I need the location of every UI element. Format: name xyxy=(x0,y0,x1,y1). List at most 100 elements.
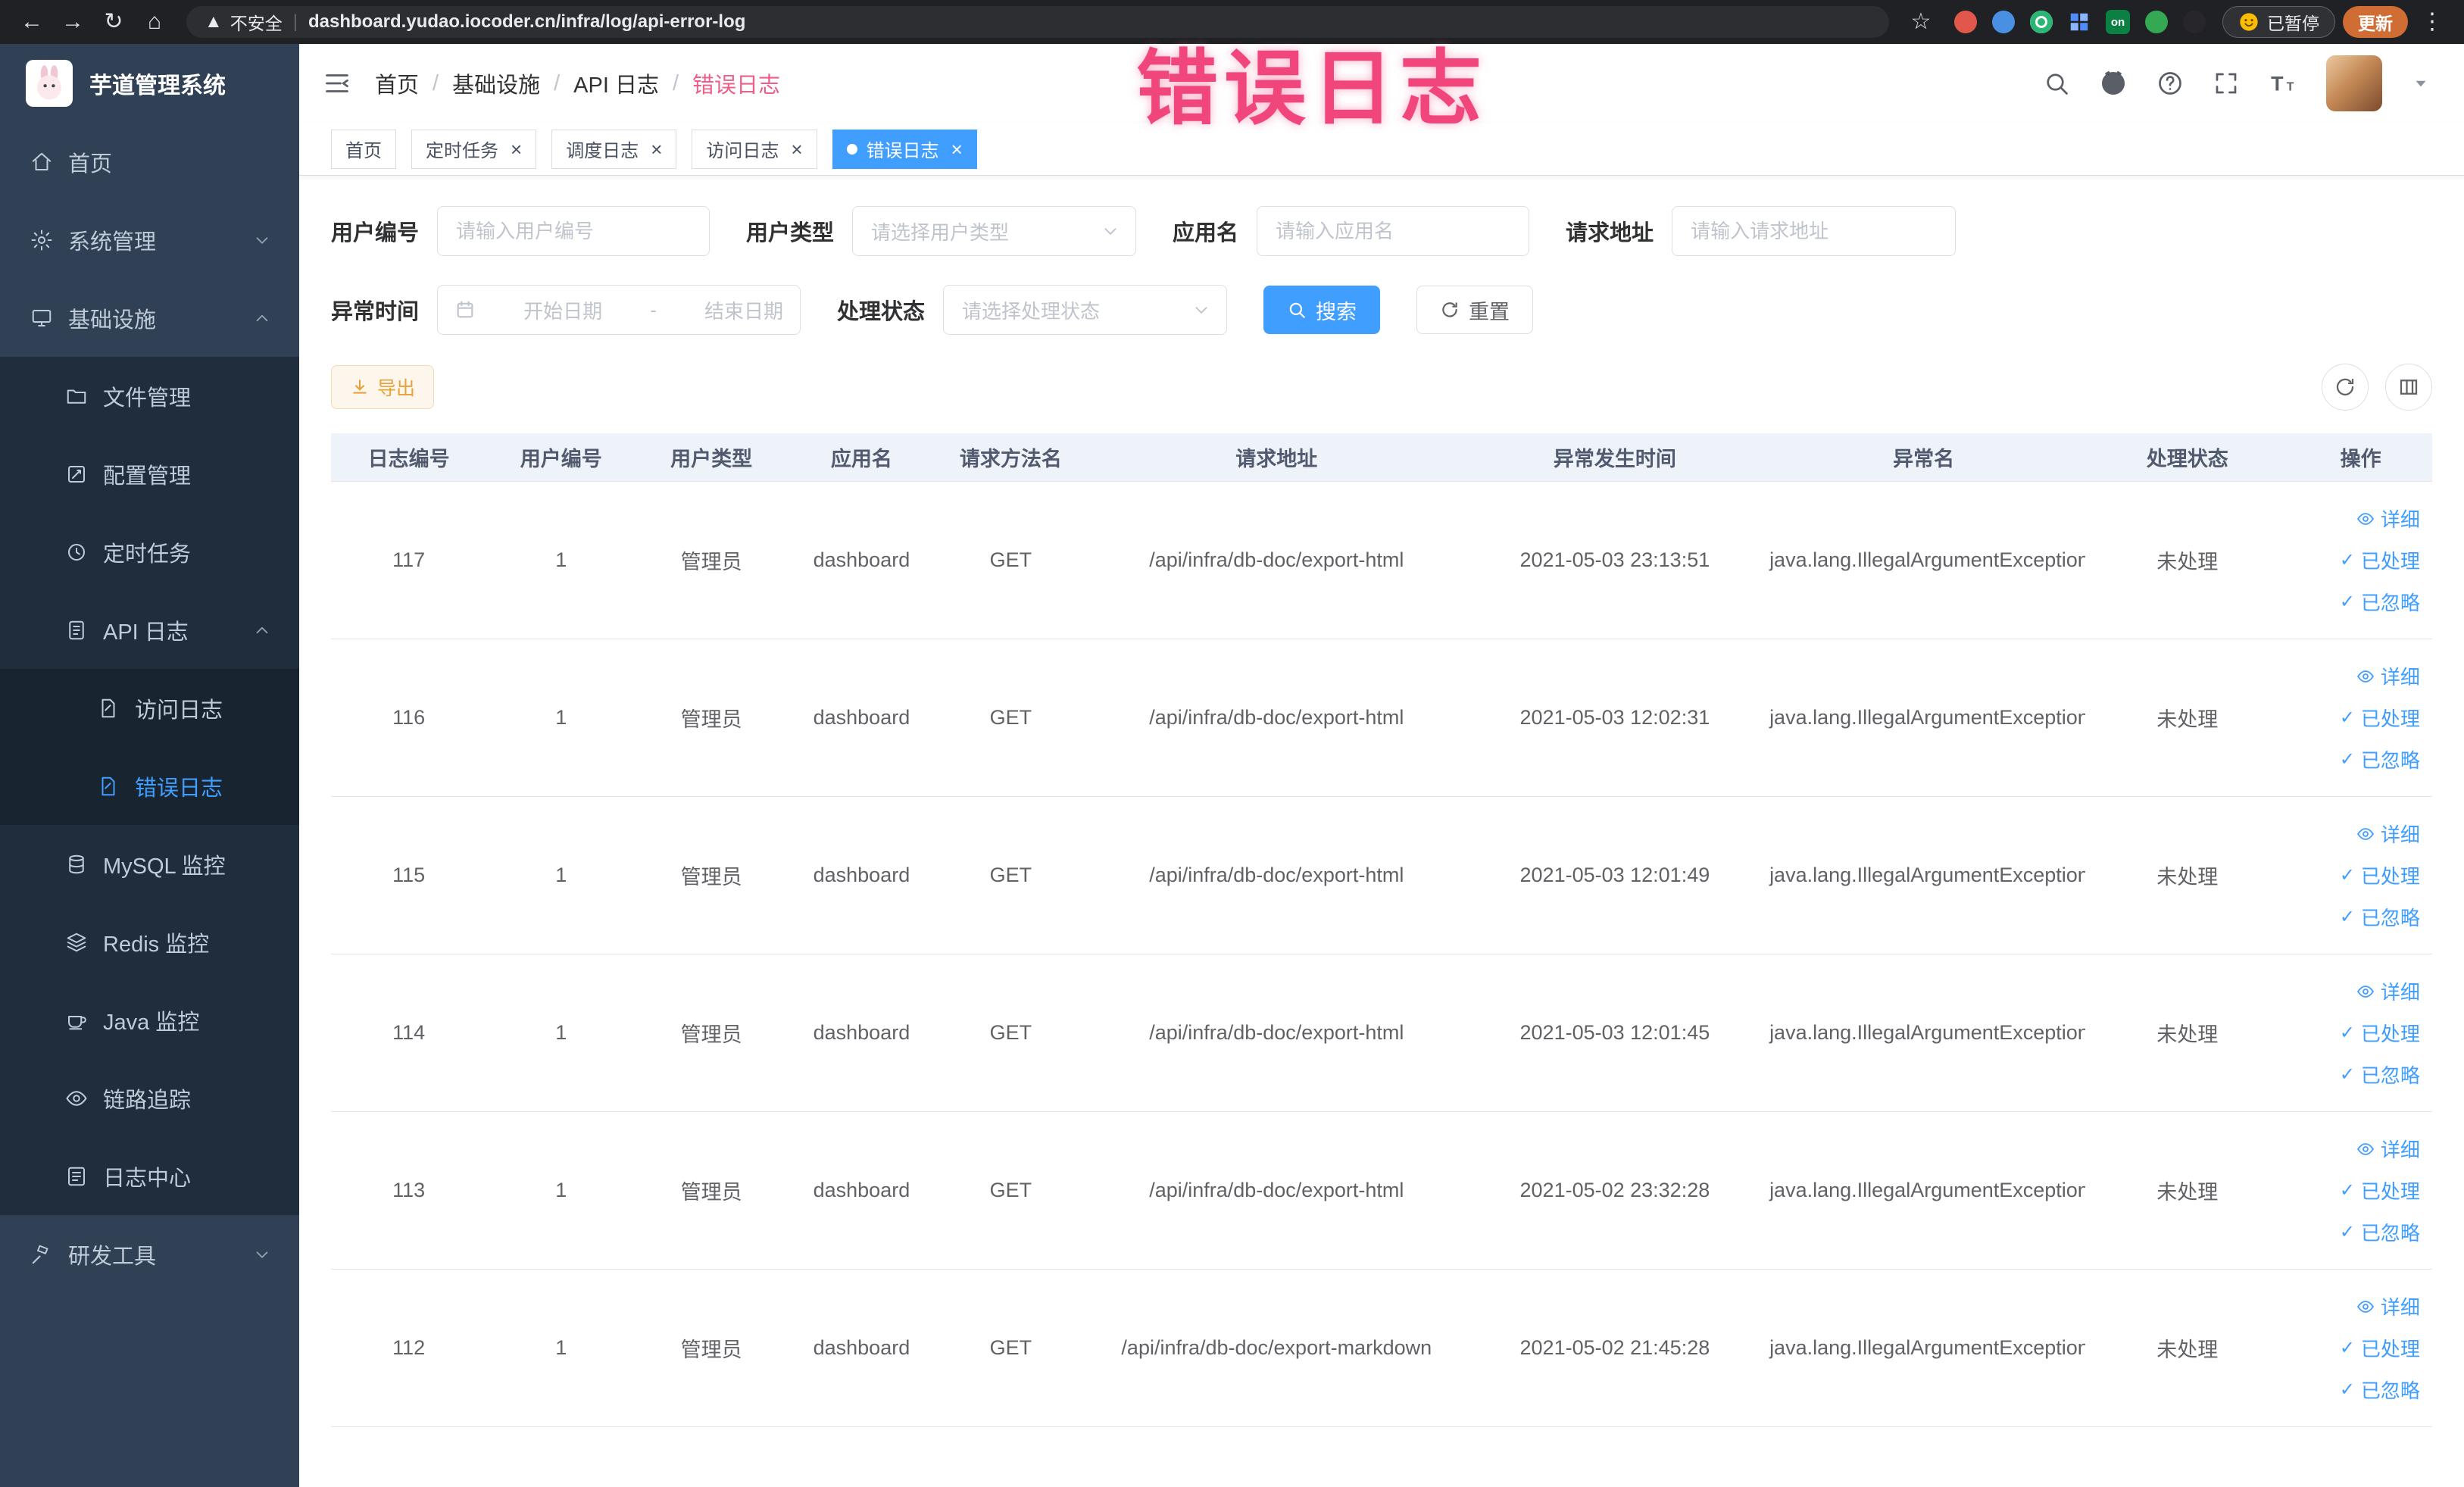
action-ignored[interactable]: ✓ 已忽略 xyxy=(2340,1218,2420,1246)
action-ignored[interactable]: ✓ 已忽略 xyxy=(2340,903,2420,931)
sidebar-item-error-log[interactable]: 错误日志 xyxy=(0,747,299,825)
sidebar-item-redis-monitor[interactable]: Redis 监控 xyxy=(0,903,299,981)
bookmark-star-icon[interactable]: ☆ xyxy=(1904,0,1938,44)
action-ignored[interactable]: ✓ 已忽略 xyxy=(2340,1376,2420,1404)
tab-定时任务[interactable]: 定时任务 × xyxy=(411,129,537,169)
exception-time-range-picker[interactable]: 开始日期 - 结束日期 xyxy=(437,285,801,335)
action-detail[interactable]: 详细 xyxy=(2356,505,2420,533)
sidebar-item-java-monitor[interactable]: Java 监控 xyxy=(0,981,299,1059)
sidebar-item-api-logs[interactable]: API 日志 xyxy=(0,591,299,669)
column-settings-button[interactable] xyxy=(2385,364,2432,411)
github-icon[interactable] xyxy=(2099,69,2128,98)
action-processed[interactable]: ✓ 已处理 xyxy=(2340,1176,2420,1204)
tab-label: 错误日志 xyxy=(866,141,939,161)
address-bar[interactable]: ▲ 不安全 | dashboard.yudao.iocoder.cn/infra… xyxy=(186,6,1889,38)
extension-on-icon[interactable]: on xyxy=(2106,10,2130,34)
tab-首页[interactable]: 首页 xyxy=(331,129,396,169)
column-header-app-name: 应用名 xyxy=(830,448,892,470)
extension-icon[interactable] xyxy=(1954,11,1977,33)
warning-icon: ▲ xyxy=(205,11,223,32)
avatar[interactable] xyxy=(2326,55,2382,111)
browser-menu-icon[interactable]: ⋮ xyxy=(2416,0,2449,44)
back-icon[interactable]: ← xyxy=(15,0,48,44)
font-size-icon[interactable]: TT xyxy=(2269,69,2297,98)
sidebar-item-scheduled-tasks[interactable]: 定时任务 xyxy=(0,513,299,591)
reset-button[interactable]: 重置 xyxy=(1416,286,1534,334)
breadcrumb-item[interactable]: 首页 xyxy=(375,67,419,99)
action-detail[interactable]: 详细 xyxy=(2356,820,2420,848)
action-ignored[interactable]: ✓ 已忽略 xyxy=(2340,745,2420,773)
close-icon[interactable]: × xyxy=(511,139,522,159)
action-processed[interactable]: ✓ 已处理 xyxy=(2340,1019,2420,1047)
action-processed[interactable]: ✓ 已处理 xyxy=(2340,861,2420,889)
check-icon: ✓ xyxy=(2339,906,2355,927)
close-icon[interactable]: × xyxy=(791,139,802,159)
forward-icon[interactable]: → xyxy=(56,0,89,44)
action-processed[interactable]: ✓ 已处理 xyxy=(2340,546,2420,574)
browser-home-icon[interactable]: ⌂ xyxy=(138,0,171,44)
sidebar-item-infrastructure[interactable]: 基础设施 xyxy=(0,279,299,357)
sidebar-toggle-icon[interactable] xyxy=(299,44,375,123)
extension-icon[interactable] xyxy=(2145,11,2168,33)
tab-label: 定时任务 xyxy=(426,141,498,161)
action-ignored[interactable]: ✓ 已忽略 xyxy=(2340,1061,2420,1089)
sidebar-item-config-management[interactable]: 配置管理 xyxy=(0,435,299,513)
action-detail[interactable]: 详细 xyxy=(2356,1292,2420,1320)
action-processed[interactable]: ✓ 已处理 xyxy=(2340,1334,2420,1362)
close-icon[interactable]: × xyxy=(651,139,662,159)
caret-down-icon[interactable] xyxy=(2411,73,2431,93)
reload-icon[interactable]: ↻ xyxy=(97,0,130,44)
user-id-input[interactable] xyxy=(437,206,710,256)
table-row: 115 1 管理员 dashboard GET/api/infra/db-doc/exp… xyxy=(331,797,2432,954)
check-icon: ✓ xyxy=(2339,1379,2355,1400)
process-status-select[interactable]: 请选择处理状态 xyxy=(943,285,1228,335)
breadcrumb-item[interactable]: API 日志 xyxy=(573,67,659,99)
table-row: 112 1 管理员 dashboard GET/api/infra/db-doc/exp… xyxy=(331,1270,2432,1427)
tab-错误日志[interactable]: 错误日志 × xyxy=(832,129,977,169)
user-type-select[interactable]: 请选择用户类型 xyxy=(852,206,1137,256)
sidebar: 芋道管理系统 首页系统管理 基础设施 文件管理配置管理定时任务 API 日志 访问日志错… xyxy=(0,44,299,1487)
action-detail[interactable]: 详细 xyxy=(2356,977,2420,1005)
close-icon[interactable]: × xyxy=(951,139,963,159)
sidebar-item-label: 配置管理 xyxy=(103,464,192,489)
tab-访问日志[interactable]: 访问日志 × xyxy=(692,129,817,169)
extension-icon[interactable] xyxy=(2068,11,2091,33)
sidebar-item-access-log[interactable]: 访问日志 xyxy=(0,669,299,747)
cell-method: GET xyxy=(989,1021,1032,1044)
cell-exception-time: 2021-05-03 12:01:45 xyxy=(1519,1021,1710,1044)
eye-icon xyxy=(2356,982,2375,1001)
sidebar-item-mysql-monitor[interactable]: MySQL 监控 xyxy=(0,825,299,903)
breadcrumb-item[interactable]: 基础设施 xyxy=(452,67,540,99)
sidebar-item-label: 首页 xyxy=(68,152,113,177)
action-detail[interactable]: 详细 xyxy=(2356,1135,2420,1163)
help-icon[interactable] xyxy=(2156,70,2184,97)
extension-icon[interactable] xyxy=(2183,11,2206,33)
update-button[interactable]: 更新 xyxy=(2343,6,2408,38)
paused-button[interactable]: 已暂停 xyxy=(2222,6,2335,38)
action-detail[interactable]: 详细 xyxy=(2356,662,2420,690)
cell-app-name: dashboard xyxy=(813,864,910,886)
search-button[interactable]: 搜索 xyxy=(1263,286,1381,334)
cell-actions: 详细 ✓ 已处理 ✓ 已忽略 xyxy=(2289,977,2432,1089)
sidebar-item-home[interactable]: 首页 xyxy=(0,123,299,201)
refresh-table-button[interactable] xyxy=(2322,364,2369,411)
app-name-input[interactable] xyxy=(1257,206,1530,256)
user-id-label: 用户编号 xyxy=(331,221,420,245)
request-url-input[interactable] xyxy=(1672,206,1957,256)
cell-status: 未处理 xyxy=(2156,866,2219,889)
sidebar-item-dev-tools[interactable]: 研发工具 xyxy=(0,1215,299,1293)
action-ignored[interactable]: ✓ 已忽略 xyxy=(2340,588,2420,616)
logo[interactable]: 芋道管理系统 xyxy=(0,44,299,123)
sidebar-item-system-management[interactable]: 系统管理 xyxy=(0,201,299,279)
extension-icon[interactable] xyxy=(2030,11,2053,33)
sidebar-item-file-management[interactable]: 文件管理 xyxy=(0,357,299,435)
sidebar-item-log-center[interactable]: 日志中心 xyxy=(0,1137,299,1215)
fullscreen-icon[interactable] xyxy=(2213,70,2240,97)
sidebar-item-trace[interactable]: 链路追踪 xyxy=(0,1059,299,1137)
cell-exception-name: java.lang.IllegalArgumentException xyxy=(1769,706,2086,729)
tab-调度日志[interactable]: 调度日志 × xyxy=(551,129,677,169)
export-button[interactable]: 导出 xyxy=(331,365,435,409)
extension-icon[interactable] xyxy=(1992,11,2015,33)
search-icon[interactable] xyxy=(2043,70,2070,97)
action-processed[interactable]: ✓ 已处理 xyxy=(2340,704,2420,732)
